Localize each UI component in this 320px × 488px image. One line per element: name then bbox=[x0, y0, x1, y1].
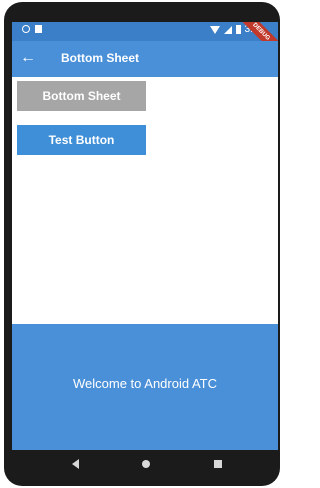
notification-icon bbox=[22, 25, 30, 33]
page-title: Bottom Sheet bbox=[61, 51, 139, 65]
bottom-sheet-message: Welcome to Android ATC bbox=[72, 376, 218, 391]
back-arrow-icon[interactable]: ← bbox=[20, 47, 36, 69]
back-nav-icon[interactable] bbox=[72, 459, 79, 469]
recent-apps-icon[interactable] bbox=[214, 460, 222, 468]
sd-card-icon bbox=[35, 25, 42, 33]
bottom-sheet-button[interactable]: Bottom Sheet bbox=[17, 81, 146, 111]
home-nav-icon[interactable] bbox=[142, 460, 150, 468]
status-left bbox=[22, 25, 42, 33]
bottom-sheet: Welcome to Android ATC bbox=[12, 324, 278, 450]
signal-icon bbox=[223, 25, 232, 34]
app-screen: 3:33 DEBUG ← Bottom Sheet Bottom Sheet T… bbox=[12, 22, 278, 450]
battery-icon bbox=[235, 25, 241, 34]
test-button[interactable]: Test Button bbox=[17, 125, 146, 155]
main-content: Bottom Sheet Test Button bbox=[12, 77, 278, 322]
wifi-icon bbox=[209, 25, 220, 34]
app-bar: ← Bottom Sheet bbox=[12, 41, 278, 77]
system-nav-bar bbox=[12, 450, 278, 480]
status-bar: 3:33 DEBUG bbox=[12, 22, 278, 61]
